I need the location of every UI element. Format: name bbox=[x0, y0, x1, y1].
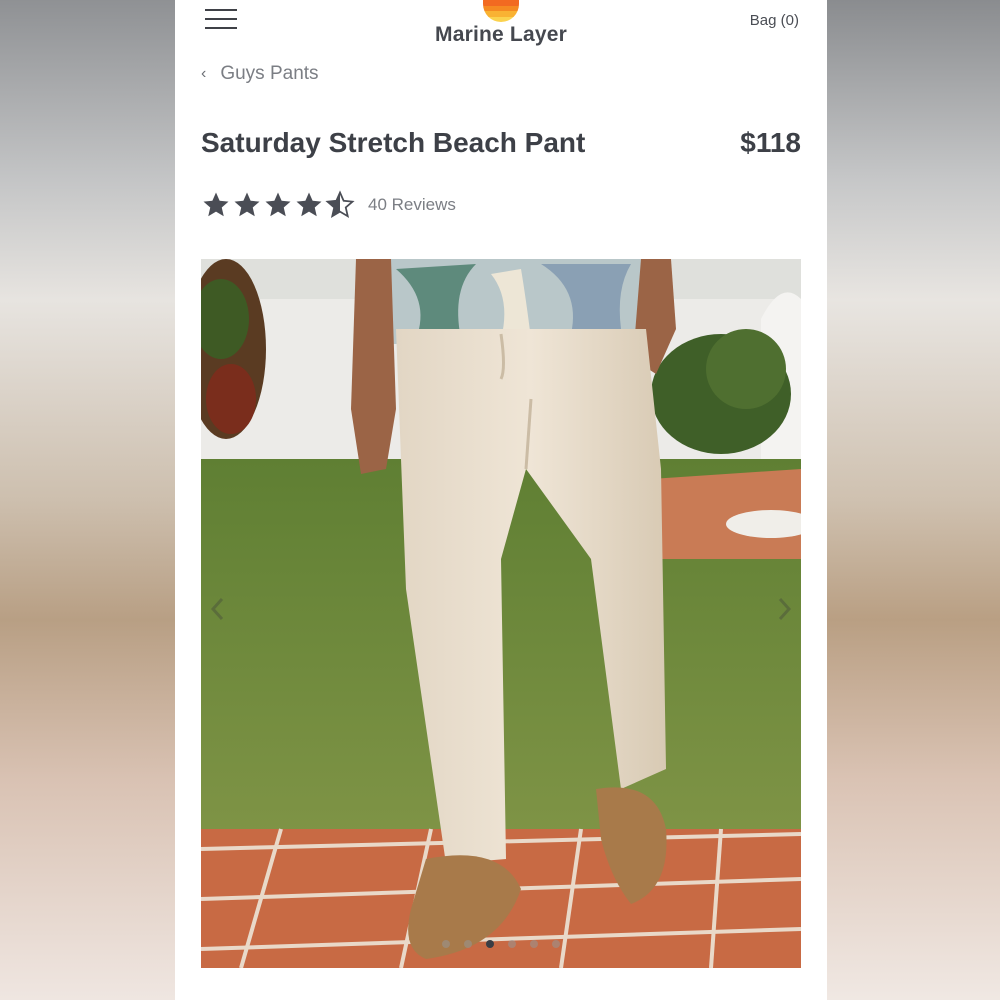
carousel-dot[interactable] bbox=[508, 940, 516, 948]
brand-name: Marine Layer bbox=[435, 23, 567, 46]
product-price: $118 bbox=[740, 127, 801, 158]
star-icon bbox=[265, 192, 291, 217]
chevron-right-icon[interactable] bbox=[773, 594, 795, 624]
bag-button[interactable]: Bag (0) bbox=[750, 12, 799, 29]
background-blur-left bbox=[0, 0, 175, 1000]
half-star-icon bbox=[325, 190, 355, 219]
chevron-left-icon: ‹ bbox=[201, 65, 207, 82]
star-icon bbox=[203, 192, 229, 217]
reviews-link[interactable]: 40 Reviews bbox=[368, 195, 456, 215]
carousel-dot[interactable] bbox=[486, 940, 494, 948]
star-icon bbox=[234, 192, 260, 217]
product-page: Marine Layer Bag (0) ‹ Guys Pants Saturd… bbox=[175, 0, 827, 1000]
brand-logo[interactable]: Marine Layer bbox=[401, 0, 601, 47]
carousel-dot[interactable] bbox=[530, 940, 538, 948]
hamburger-menu-icon[interactable] bbox=[205, 8, 237, 32]
carousel-dot[interactable] bbox=[464, 940, 472, 948]
background-blur-right bbox=[827, 0, 1000, 1000]
product-title: Saturday Stretch Beach Pant bbox=[201, 127, 586, 158]
carousel-pagination bbox=[201, 940, 801, 948]
breadcrumb-label: Guys Pants bbox=[220, 63, 319, 84]
carousel-dot[interactable] bbox=[442, 940, 450, 948]
sun-logo-icon bbox=[483, 0, 519, 22]
product-photo bbox=[201, 259, 801, 968]
breadcrumb[interactable]: ‹ Guys Pants bbox=[201, 63, 319, 85]
star-icon bbox=[296, 192, 322, 217]
chevron-left-icon[interactable] bbox=[207, 594, 229, 624]
product-rating[interactable]: 40 Reviews bbox=[201, 190, 456, 220]
product-image[interactable] bbox=[201, 259, 801, 968]
carousel-dot[interactable] bbox=[552, 940, 560, 948]
